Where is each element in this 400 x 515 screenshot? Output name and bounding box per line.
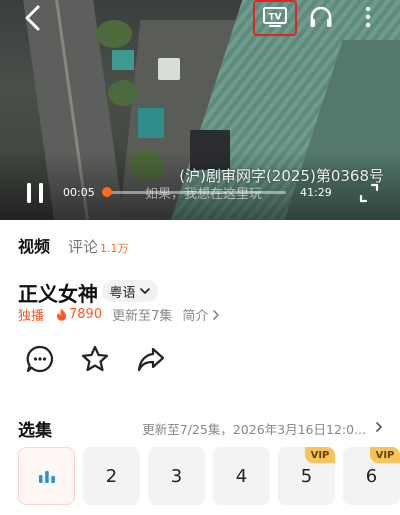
- scene-tree: [96, 20, 132, 48]
- episode-button[interactable]: 3: [148, 447, 205, 505]
- back-arrow-icon[interactable]: [18, 4, 48, 32]
- fire-icon: [57, 308, 67, 321]
- svg-text:TV: TV: [268, 13, 281, 23]
- intro-link[interactable]: 简介: [182, 305, 208, 324]
- vip-badge: VIP: [370, 447, 400, 463]
- episode-number: 3: [170, 465, 183, 487]
- headphone-icon[interactable]: [308, 5, 334, 29]
- video-player[interactable]: TV (沪)剧审网字(2025)第0368号 如果，我想在这里玩 00:05 4…: [0, 0, 400, 220]
- episode-number: 6: [365, 465, 378, 487]
- episode-button[interactable]: 6 VIP: [343, 447, 400, 505]
- comment-icon[interactable]: [25, 344, 55, 374]
- episode-button[interactable]: 4: [213, 447, 270, 505]
- episode-number: 5: [300, 465, 313, 487]
- pause-icon[interactable]: [24, 181, 46, 205]
- current-time: 00:05: [63, 186, 95, 199]
- update-status: 更新至7集: [112, 309, 173, 324]
- episode-list: 2 3 4 5 VIP 6 VIP: [18, 447, 400, 505]
- episode-button[interactable]: 5 VIP: [278, 447, 335, 505]
- heat-value: 7890: [69, 307, 103, 322]
- tab-comment-label: 评论: [68, 238, 99, 256]
- episode-number: 4: [235, 465, 248, 487]
- show-meta: 独播 7890 更新至7集 简介: [18, 305, 221, 324]
- vip-badge: VIP: [305, 447, 335, 463]
- detail-tabs: 视频 评论 1.1万: [18, 233, 129, 257]
- share-icon[interactable]: [136, 344, 166, 374]
- exclusive-badge: 独播: [18, 309, 45, 324]
- episode-number: 2: [105, 465, 118, 487]
- more-vertical-icon[interactable]: [356, 5, 380, 29]
- scene-canopy: [138, 108, 164, 138]
- progress-bar[interactable]: [102, 187, 286, 197]
- tab-video[interactable]: 视频: [18, 233, 50, 257]
- tab-comment[interactable]: 评论 1.1万: [68, 236, 129, 257]
- episodes-title: 选集: [18, 421, 52, 441]
- chevron-down-icon: [139, 288, 150, 294]
- comment-count: 1.1万: [100, 242, 129, 255]
- show-title: 正义女神: [18, 282, 98, 306]
- episode-button[interactable]: 2: [83, 447, 140, 505]
- favorite-star-icon[interactable]: [80, 344, 110, 374]
- language-label: 粤语: [109, 285, 136, 301]
- playing-bars-icon: [38, 471, 55, 483]
- chevron-right-icon[interactable]: [211, 309, 221, 321]
- episode-button[interactable]: [18, 447, 75, 505]
- scene-tree: [108, 80, 138, 106]
- chevron-right-icon[interactable]: [374, 421, 384, 433]
- scene-van: [158, 58, 180, 80]
- scene-canopy: [112, 50, 134, 70]
- tv-cast-icon[interactable]: TV: [262, 6, 288, 28]
- language-selector[interactable]: 粤语: [102, 280, 158, 302]
- episodes-update-info[interactable]: 更新至7/25集，2026年3月16日12:0...: [142, 419, 366, 438]
- fullscreen-icon[interactable]: [358, 182, 380, 204]
- total-time: 41:29: [300, 186, 332, 199]
